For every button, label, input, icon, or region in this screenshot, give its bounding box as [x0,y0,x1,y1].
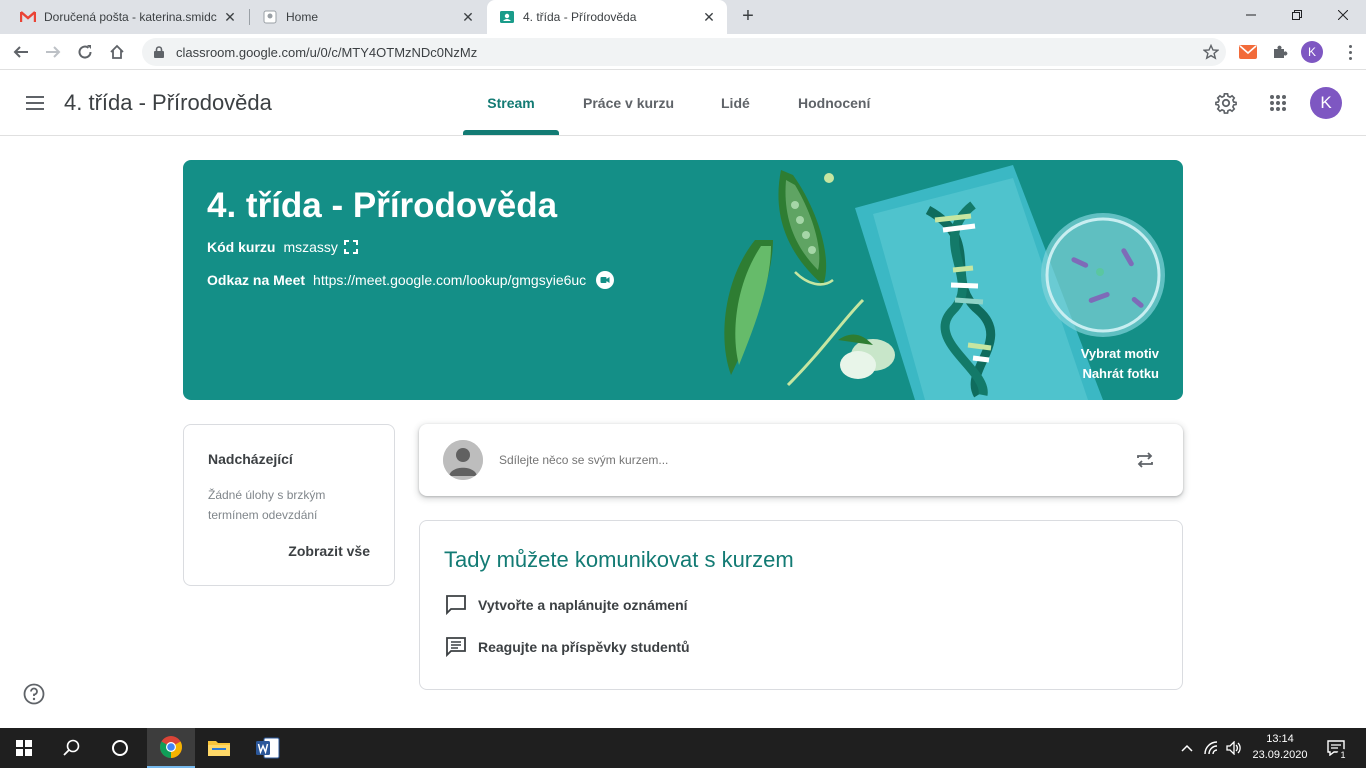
close-tab-icon[interactable]: ✕ [222,9,238,25]
clock-time: 13:14 [1266,733,1294,745]
close-tab-icon[interactable]: ✕ [460,9,476,25]
chevron-up-icon[interactable] [1178,739,1196,757]
banner-course-title: 4. třída - Přírodověda [207,186,558,225]
close-tab-icon[interactable]: ✕ [701,9,717,25]
new-tab-button[interactable]: + [737,6,759,28]
page-icon [262,9,278,25]
chrome-menu-icon[interactable] [1340,40,1360,64]
tab-people[interactable]: Lidé [697,70,774,136]
tab-title: Home [286,10,319,24]
start-windows-icon[interactable] [0,728,48,768]
upcoming-title: Nadcházející [208,451,293,467]
profile-avatar[interactable]: K [1301,41,1323,63]
list-item: Vytvořte a naplánujte oznámení [444,593,688,617]
classroom-icon [499,9,515,25]
class-code-row: Kód kurzu mszassy [207,239,358,255]
main-menu-icon[interactable] [22,90,50,116]
address-bar[interactable]: classroom.google.com/u/0/c/MTY4OTMzNDc0N… [142,38,1226,66]
system-clock[interactable]: 13:14 23.09.2020 [1244,731,1316,763]
tab-title: Doručená pošta - katerina.smidc [44,10,217,24]
apps-grid-icon[interactable] [1265,90,1291,116]
cortana-icon[interactable] [96,728,144,768]
tab-grades[interactable]: Hodnocení [774,70,894,136]
restore-button[interactable] [1274,0,1320,30]
meet-link-url[interactable]: https://meet.google.com/lookup/gmgsyie6u… [313,272,586,288]
communicate-card: Tady můžete komunikovat s kurzem Vytvořt… [419,520,1183,690]
class-code-label: Kód kurzu [207,239,276,255]
course-banner: 4. třída - Přírodověda Kód kurzu mszassy… [183,160,1183,400]
arrow-left-icon [13,46,28,58]
meet-link-label: Odkaz na Meet [207,272,306,288]
reload-icon [78,45,92,59]
browser-tab-home[interactable]: Home ✕ [250,0,486,34]
upcoming-description: Žádné úlohy s brzkým termínem odevzdání [208,488,326,522]
active-tab-indicator [463,130,559,135]
arrow-right-icon [46,46,61,58]
tab-classwork[interactable]: Práce v kurzu [559,70,698,136]
url-text: classroom.google.com/u/0/c/MTY4OTMzNDc0N… [176,44,478,60]
forward-button[interactable] [38,37,68,67]
meet-link-row: Odkaz na Meet https://meet.google.com/lo… [207,271,615,289]
user-avatar [443,440,483,480]
upload-photo-link[interactable]: Nahrát fotku [1082,366,1159,381]
share-input[interactable] [499,450,1099,470]
fullscreen-icon[interactable] [343,240,358,254]
upcoming-card: Nadcházející Žádné úlohy s brzkým termín… [183,424,395,586]
windows-taskbar: 13:14 23.09.2020 1 [0,728,1366,768]
class-code-value[interactable]: mszassy [283,239,337,255]
list-item-label: Reagujte na příspěvky studentů [478,639,690,655]
list-item-label: Vytvořte a naplánujte oznámení [478,597,688,613]
notification-center-icon[interactable]: 1 [1325,738,1349,761]
puzzle-extensions-icon[interactable] [1270,42,1290,62]
classroom-header: 4. třída - Přírodověda Stream Práce v ku… [0,70,1366,136]
browser-toolbar: classroom.google.com/u/0/c/MTY4OTMzNDc0N… [0,34,1366,70]
close-window-button[interactable] [1320,0,1366,30]
browser-tab-gmail[interactable]: Doručená pošta - katerina.smidc ✕ [8,0,248,34]
lock-icon [152,45,166,59]
list-item: Reagujte na příspěvky studentů [444,635,690,659]
tab-stream[interactable]: Stream [463,70,559,136]
browser-tab-strip: Doručená pošta - katerina.smidc ✕ Home ✕… [0,0,1366,34]
gmail-icon [20,9,36,25]
search-icon[interactable] [48,728,96,768]
back-button[interactable] [6,37,36,67]
file-explorer-icon[interactable] [195,728,243,768]
help-icon[interactable] [23,683,45,705]
wifi-icon[interactable] [1203,739,1221,757]
account-avatar[interactable]: K [1310,87,1342,119]
browser-tab-classroom[interactable]: 4. třída - Přírodověda ✕ [487,0,727,34]
chrome-taskbar-icon[interactable] [147,728,195,768]
word-icon[interactable] [244,728,292,768]
comment-icon [444,635,468,659]
view-all-link[interactable]: Zobrazit vše [288,543,370,559]
clock-date: 23.09.2020 [1252,749,1308,761]
meet-video-icon[interactable] [596,271,615,289]
share-box[interactable] [419,424,1183,496]
home-icon [110,44,124,59]
course-title[interactable]: 4. třída - Přírodověda [64,90,272,116]
settings-gear-icon[interactable] [1213,90,1239,116]
repost-icon[interactable] [1131,446,1159,474]
announcement-icon [444,593,468,617]
select-theme-link[interactable]: Vybrat motiv [1081,346,1159,361]
volume-icon[interactable] [1225,739,1243,757]
mail-extension-icon[interactable] [1238,42,1258,62]
minimize-button[interactable] [1228,0,1274,30]
communicate-title: Tady můžete komunikovat s kurzem [444,547,794,572]
tab-title: 4. třída - Přírodověda [523,10,637,24]
notification-badge: 1 [1337,749,1349,761]
bookmark-star-icon[interactable] [1196,44,1226,60]
reload-button[interactable] [70,37,100,67]
home-button[interactable] [102,37,132,67]
